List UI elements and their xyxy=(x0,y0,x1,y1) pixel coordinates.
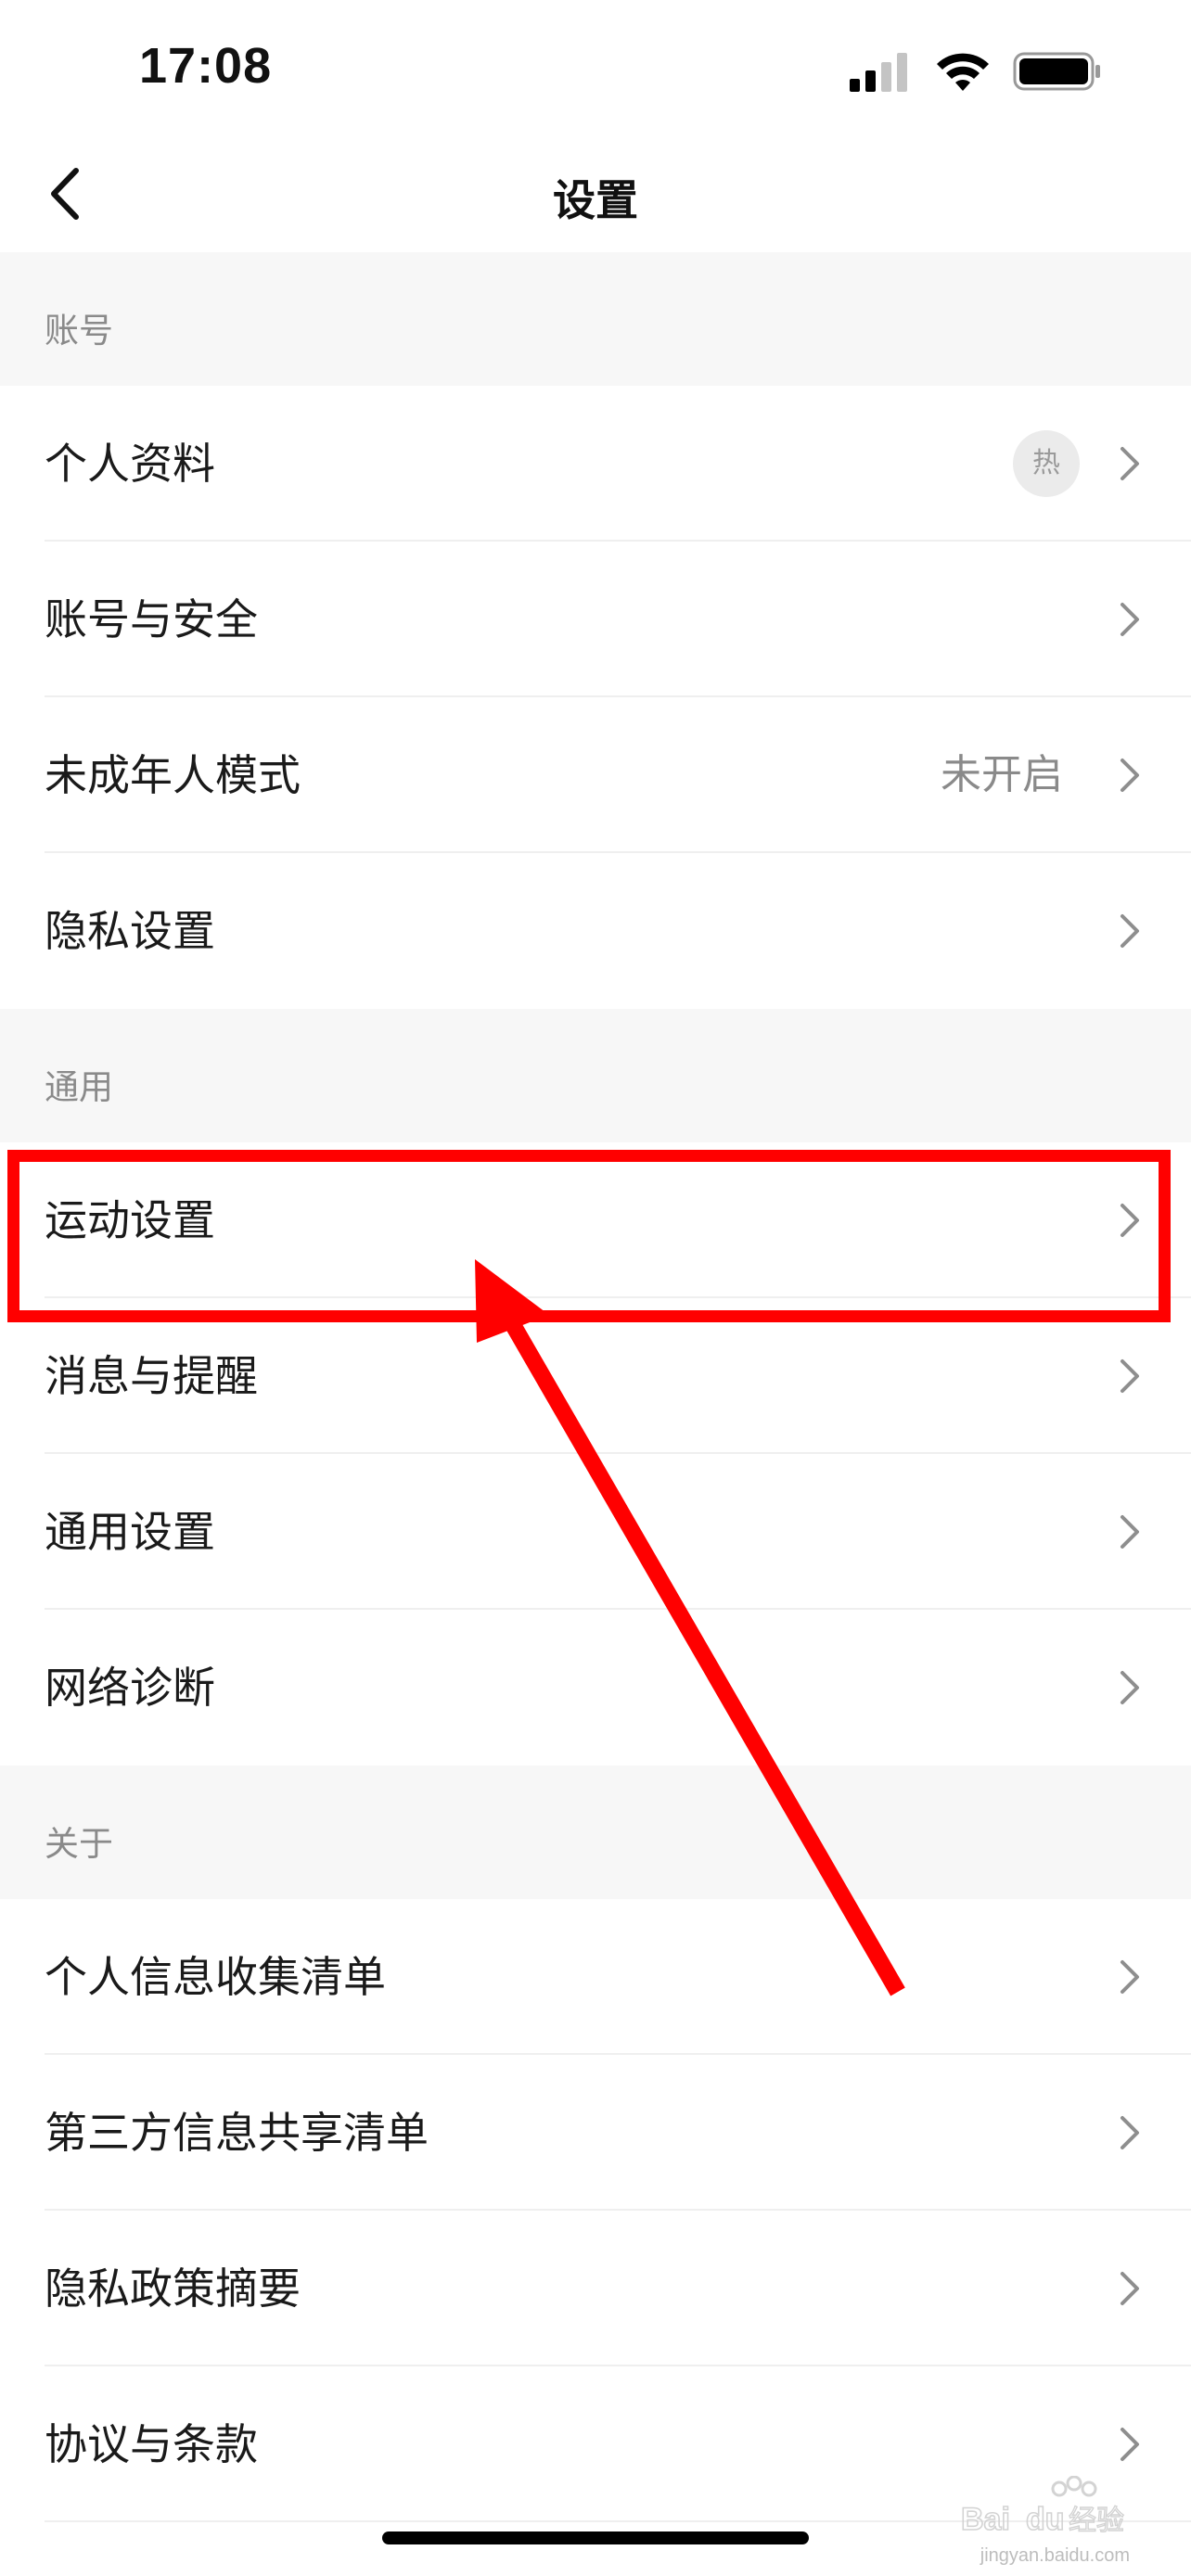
settings-row-third-party-sharing[interactable]: 第三方信息共享清单 xyxy=(0,2055,1191,2211)
chevron-right-icon xyxy=(1121,1960,1139,1994)
chevron-right-icon xyxy=(1121,1671,1139,1704)
settings-row-network-diagnosis[interactable]: 网络诊断 xyxy=(0,1610,1191,1766)
row-label: 未成年人模式 xyxy=(45,750,301,800)
chevron-right-icon xyxy=(1121,914,1139,948)
settings-row-minor-mode[interactable]: 未成年人模式 未开启 xyxy=(0,697,1191,853)
svg-text:经验: 经验 xyxy=(1069,2505,1124,2537)
settings-row-sport-settings[interactable]: 运动设置 xyxy=(0,1142,1191,1298)
cellular-signal-icon xyxy=(850,53,907,92)
home-indicator xyxy=(382,2531,809,2544)
row-label: 隐私政策摘要 xyxy=(45,2264,301,2314)
chevron-right-icon xyxy=(1121,2428,1139,2461)
svg-text:Bai: Bai xyxy=(961,2502,1010,2537)
status-icons xyxy=(848,48,1102,95)
page-title: 设置 xyxy=(553,175,638,225)
navigation-bar: 设置 xyxy=(0,139,1191,252)
chevron-right-icon xyxy=(1121,2272,1139,2305)
section-header-about: 关于 xyxy=(0,1766,1191,1899)
chevron-right-icon xyxy=(1121,603,1139,636)
wifi-icon xyxy=(937,53,989,91)
svg-text:du: du xyxy=(1026,2502,1065,2537)
settings-row-privacy-summary[interactable]: 隐私政策摘要 xyxy=(0,2211,1191,2366)
row-label: 协议与条款 xyxy=(45,2419,258,2469)
settings-row-profile[interactable]: 个人资料 热 xyxy=(0,386,1191,542)
row-label: 第三方信息共享清单 xyxy=(45,2108,429,2158)
row-label: 个人资料 xyxy=(45,439,215,489)
row-value: 未开启 xyxy=(941,751,1063,798)
settings-row-privacy[interactable]: 隐私设置 xyxy=(0,853,1191,1009)
row-label: 通用设置 xyxy=(45,1507,215,1557)
chevron-right-icon xyxy=(1121,2116,1139,2149)
status-time: 17:08 xyxy=(139,38,273,94)
chevron-right-icon xyxy=(1121,759,1139,792)
settings-list: 账号 个人资料 热 账号与安全 未成年人模式 未开启 隐私设置 通用 运动设置 … xyxy=(0,252,1191,2522)
watermark-url: jingyan.baidu.com xyxy=(980,2545,1130,2566)
chevron-right-icon xyxy=(1121,1204,1139,1237)
row-label: 网络诊断 xyxy=(45,1663,215,1713)
status-bar: 17:08 xyxy=(0,0,1191,139)
row-label: 个人信息收集清单 xyxy=(45,1952,386,2002)
settings-row-account-security[interactable]: 账号与安全 xyxy=(0,542,1191,697)
row-label: 运动设置 xyxy=(45,1195,215,1245)
section-header-account: 账号 xyxy=(0,252,1191,386)
hot-badge: 热 xyxy=(1013,430,1080,497)
baidu-watermark-logo: Bai du 经验 xyxy=(960,2476,1125,2538)
battery-icon xyxy=(1013,52,1100,91)
chevron-right-icon xyxy=(1121,447,1139,480)
chevron-right-icon xyxy=(1121,1515,1139,1549)
row-label: 隐私设置 xyxy=(45,906,215,956)
settings-row-personal-info-list[interactable]: 个人信息收集清单 xyxy=(0,1899,1191,2055)
settings-row-messages-reminders[interactable]: 消息与提醒 xyxy=(0,1298,1191,1454)
settings-row-general-settings[interactable]: 通用设置 xyxy=(0,1454,1191,1610)
row-label: 消息与提醒 xyxy=(45,1351,258,1401)
row-label: 账号与安全 xyxy=(45,594,258,644)
section-header-general: 通用 xyxy=(0,1009,1191,1142)
chevron-right-icon xyxy=(1121,1359,1139,1393)
